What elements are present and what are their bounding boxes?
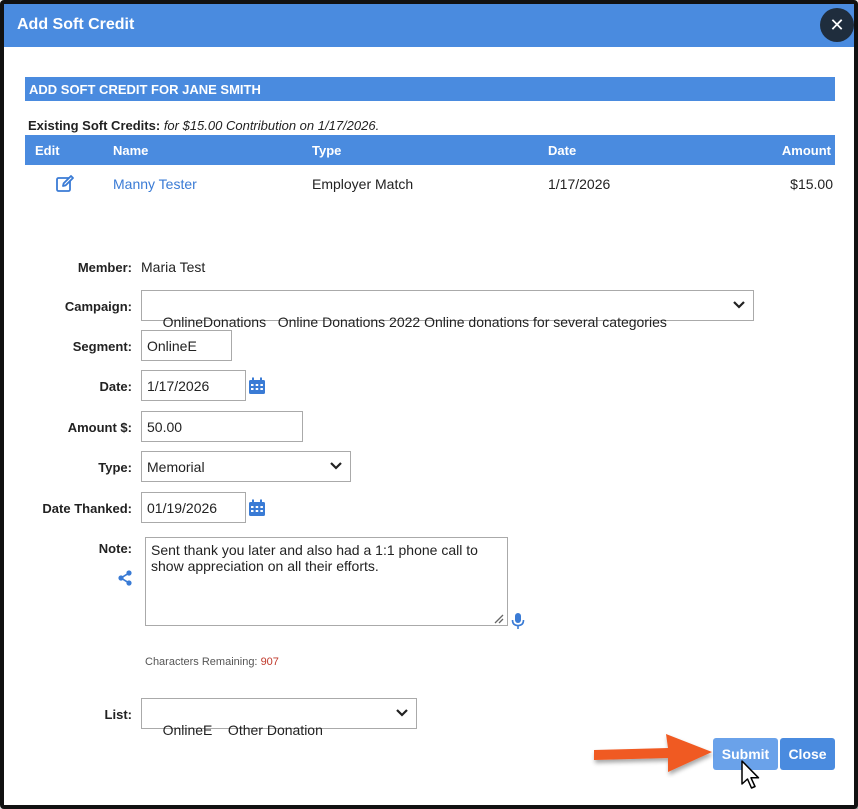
segment-input[interactable] <box>141 330 232 361</box>
date-label: Date: <box>99 379 132 394</box>
orange-arrow-annotation <box>594 734 712 772</box>
note-label: Note: <box>98 541 132 556</box>
list-select-value: OnlineE Other Donation <box>162 722 323 738</box>
type-select-value: Memorial <box>147 459 205 475</box>
soft-credit-date: 1/17/2026 <box>548 176 611 192</box>
chevron-down-icon <box>733 301 745 309</box>
dialog-title: Add Soft Credit <box>17 16 135 33</box>
list-select[interactable]: OnlineE Other Donation <box>141 698 417 738</box>
existing-label: Existing Soft Credits: <box>28 118 161 133</box>
share-icon[interactable] <box>117 570 133 586</box>
existing-soft-credits: Existing Soft Credits: for $15.00 Contri… <box>28 118 379 133</box>
campaign-select-value: OnlineDonations Online Donations 2022 On… <box>162 314 667 330</box>
microphone-icon[interactable] <box>511 612 525 630</box>
calendar-icon[interactable] <box>248 499 266 517</box>
campaign-select[interactable]: OnlineDonations Online Donations 2022 On… <box>141 290 754 330</box>
date-thanked-input[interactable] <box>141 492 246 523</box>
campaign-label: Campaign: <box>64 299 132 314</box>
chars-count: 907 <box>260 656 279 668</box>
section-header: ADD SOFT CREDIT FOR JANE SMITH <box>25 77 835 101</box>
mouse-cursor-icon <box>741 760 760 789</box>
member-value: Maria Test <box>141 259 206 275</box>
close-button[interactable]: Close <box>780 738 835 770</box>
soft-credit-amount: $15.00 <box>790 176 833 192</box>
type-label: Type: <box>98 460 132 475</box>
member-label: Member: <box>77 260 132 275</box>
soft-credit-name-link[interactable]: Manny Tester <box>113 176 197 192</box>
amount-label: Amount $: <box>67 420 132 435</box>
date-input[interactable] <box>141 370 246 401</box>
col-edit: Edit <box>35 143 60 158</box>
dialog-titlebar: Add Soft Credit ✕ <box>4 4 854 47</box>
add-soft-credit-dialog: Add Soft Credit ✕ ADD SOFT CREDIT FOR JA… <box>0 0 858 809</box>
list-label: List: <box>104 707 132 722</box>
segment-label: Segment: <box>72 339 132 354</box>
characters-remaining: Characters Remaining: 907 <box>145 656 279 668</box>
col-date: Date <box>548 143 577 158</box>
calendar-icon[interactable] <box>248 377 266 395</box>
note-textarea[interactable]: Sent thank you later and also had a 1:1 … <box>145 537 508 626</box>
existing-description: for $15.00 Contribution on 1/17/2026. <box>163 118 380 133</box>
chevron-down-icon <box>330 462 342 470</box>
amount-input[interactable] <box>141 411 303 442</box>
table-header: Edit Name Type Date Amount <box>25 135 835 165</box>
col-name: Name <box>113 143 149 158</box>
edit-icon[interactable] <box>55 174 75 194</box>
table-row: Manny Tester Employer Match 1/17/2026 $1… <box>25 168 835 198</box>
soft-credit-type: Employer Match <box>312 176 414 192</box>
chars-label: Characters Remaining: <box>145 656 258 668</box>
resize-handle-icon[interactable] <box>492 612 504 624</box>
close-icon[interactable]: ✕ <box>820 8 854 42</box>
col-amount: Amount <box>781 143 831 158</box>
chevron-down-icon <box>396 709 408 717</box>
type-select[interactable]: Memorial <box>141 451 351 482</box>
col-type: Type <box>312 143 342 158</box>
date-thanked-label: Date Thanked: <box>42 501 132 516</box>
